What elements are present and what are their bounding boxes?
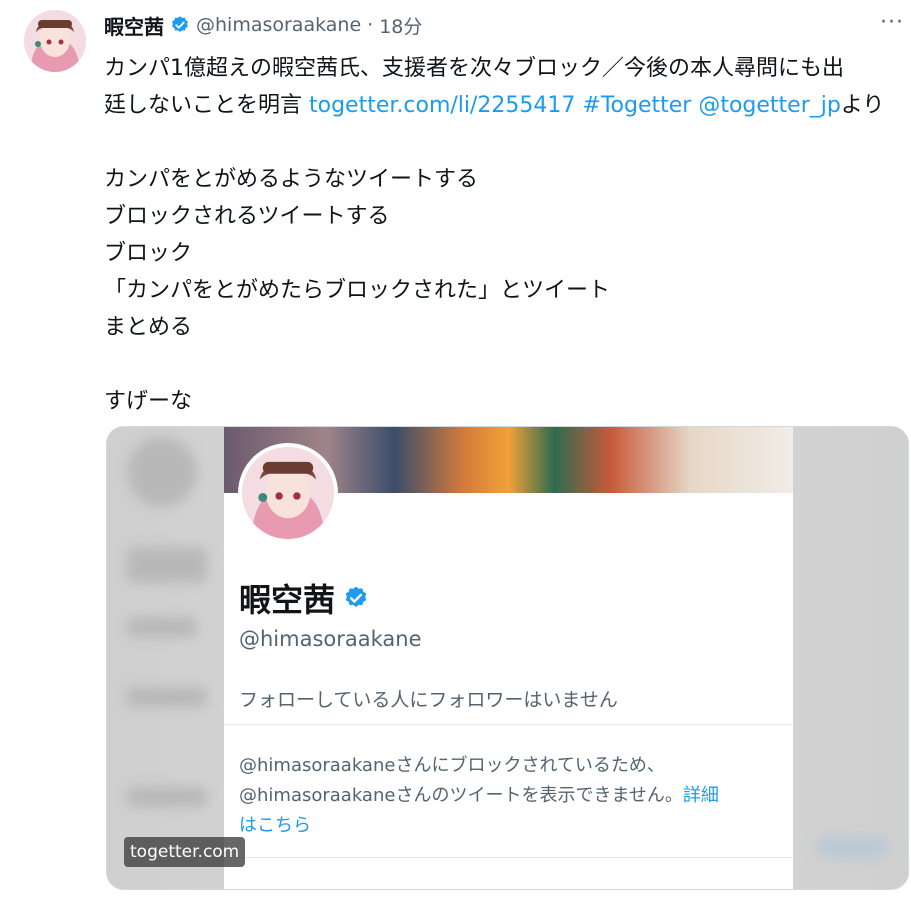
author-handle[interactable]: @himasoraakane (196, 14, 361, 36)
tweet-line-1: カンパ1億超えの暇空茜氏、支援者を次々ブロック／今後の本人尋問にも出 (104, 56, 844, 81)
tweet-line-2-text: 廷しないことを明言 (104, 93, 309, 118)
blocked-line-2: @himasoraakaneさんのツイートを表示できません。詳細 (239, 781, 784, 811)
author-avatar[interactable] (24, 10, 86, 72)
blurred-text-2 (127, 787, 207, 807)
more-options-icon[interactable]: ··· (880, 10, 904, 35)
tweet-line-2-tail: より (840, 93, 885, 118)
profile-name: 暇空茜 (239, 581, 336, 619)
separator-dot: · (367, 14, 374, 36)
blocked-line-1: @himasoraakaneさんにブロックされているため、 (239, 755, 665, 776)
para2-line-3: ブロック (104, 241, 193, 266)
media-card[interactable]: 暇空茜 @himasoraakane フォローしている人にフォロワーはいません … (106, 426, 909, 890)
tweet-time[interactable]: 18分 (379, 12, 422, 39)
verified-badge-icon (172, 16, 188, 32)
blurred-avatar (127, 437, 197, 507)
para2-line-1: カンパをとがめるようなツイートする (104, 167, 479, 192)
follow-note: フォローしている人にフォロワーはいません (239, 689, 618, 711)
blurred-link (817, 837, 887, 857)
para2-line-5: まとめる (104, 315, 193, 340)
profile-handle: @himasoraakane (239, 627, 422, 651)
togetter-link[interactable]: togetter.com/li/2255417 (309, 93, 575, 118)
divider (224, 724, 793, 725)
tweet-line-2: 廷しないことを明言 togetter.com/li/2255417 #Toget… (104, 87, 904, 124)
para3-line: すげーな (104, 389, 193, 414)
tweet-header: 暇空茜 @himasoraakane · 18分 (104, 10, 422, 40)
verified-badge-icon (345, 586, 367, 607)
divider-bottom (224, 857, 793, 858)
author-name[interactable]: 暇空茜 (104, 11, 164, 40)
profile-avatar (238, 443, 338, 543)
detail-link-part1: 詳細 (682, 785, 719, 806)
para2-line-2: ブロックされるツイートする (104, 204, 390, 229)
hashtag-mention-link[interactable]: #Togetter @togetter_jp (575, 93, 840, 118)
blocked-message: @himasoraakaneさんにブロックされているため、 @himasoraa… (239, 751, 784, 841)
tweet-text: カンパ1億超えの暇空茜氏、支援者を次々ブロック／今後の本人尋問にも出 廷しないこ… (104, 50, 904, 420)
source-domain-label[interactable]: togetter.com (124, 837, 246, 867)
blurred-handle (127, 617, 197, 637)
blurred-name (127, 547, 207, 583)
profile-name-row: 暇空茜 (239, 575, 369, 621)
blurred-text (127, 687, 207, 707)
profile-panel: 暇空茜 @himasoraakane フォローしている人にフォロワーはいません … (224, 427, 793, 889)
blocked-line-2-text: @himasoraakaneさんのツイートを表示できません。 (239, 785, 683, 806)
para2-line-4: 「カンパをとがめたらブロックされた」とツイート (104, 278, 611, 303)
detail-link-part2: はこちら (239, 815, 311, 836)
